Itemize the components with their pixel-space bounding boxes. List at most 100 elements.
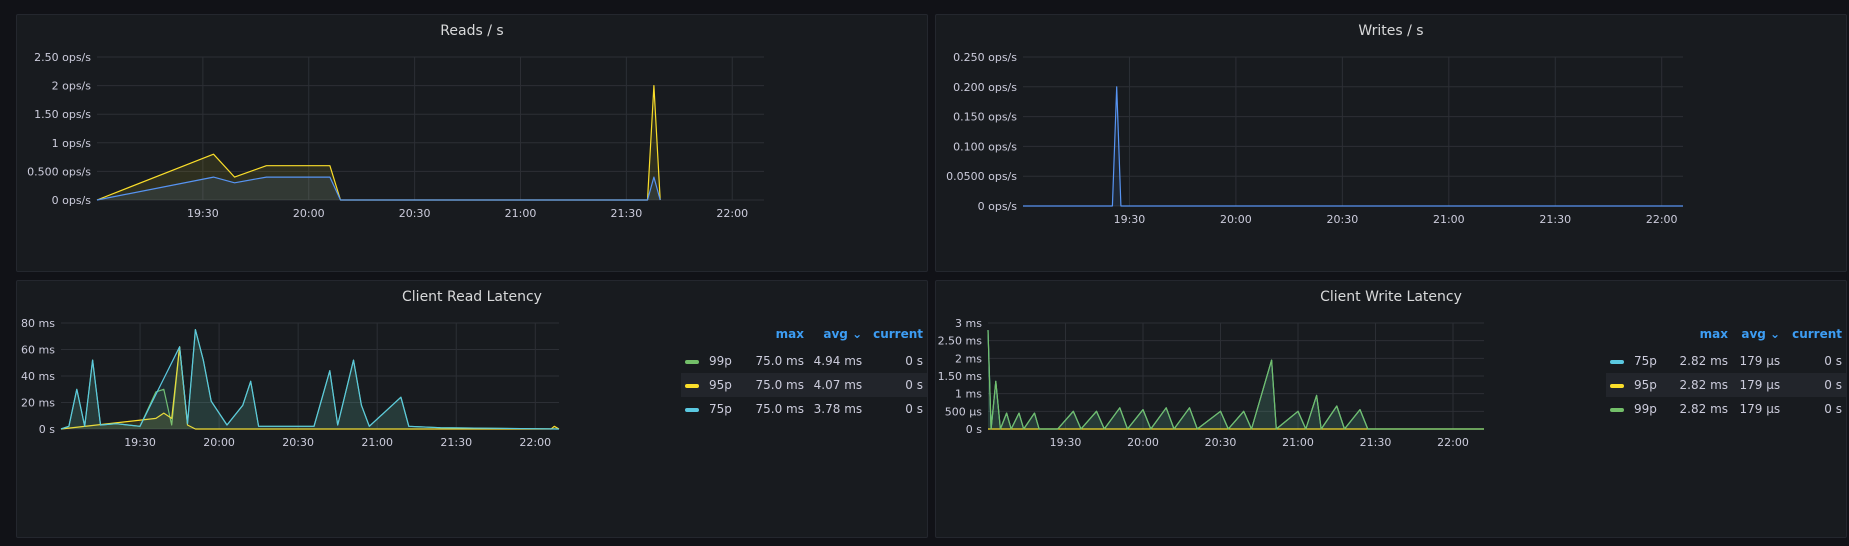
grid <box>61 322 559 430</box>
x-tick-label: 20:00 <box>293 207 325 220</box>
legend-series-name[interactable]: 99p <box>1606 397 1671 421</box>
legend-series-name[interactable]: 75p <box>681 397 746 421</box>
x-tick-label: 20:30 <box>1205 436 1237 449</box>
y-tick-label: 80 ms <box>21 317 55 330</box>
x-tick-label: 21:30 <box>440 436 472 449</box>
x-tick-label: 21:00 <box>361 436 393 449</box>
legend-row[interactable]: 99p 2.82 ms 179 µs 0 s <box>1606 397 1846 421</box>
grid <box>1023 56 1683 207</box>
y-tick-label: 0.500 ops/s <box>27 165 91 178</box>
write-latency-panel[interactable]: Client Write Latency 3 ms 2.50 ms 2 ms 1.50… <box>935 280 1847 538</box>
y-tick-label: 2 ops/s <box>52 80 92 93</box>
legend-current-value: 0 s <box>905 402 923 416</box>
legend-series-name[interactable]: 95p <box>681 373 746 397</box>
legend-avg-value: 179 µs <box>1739 354 1781 368</box>
x-tick-label: 20:00 <box>1127 436 1159 449</box>
y-tick-label: 0.250 ops/s <box>953 51 1017 64</box>
y-tick-label: 20 ms <box>21 397 55 410</box>
legend-series-name[interactable]: 99p <box>681 349 746 373</box>
x-tick-label: 20:00 <box>1220 213 1252 226</box>
series-line <box>987 330 1484 430</box>
y-tick-label: 1.50 ops/s <box>34 108 91 121</box>
series-color-swatch <box>1610 407 1624 412</box>
y-tick-label: 1.50 ms <box>938 370 983 383</box>
x-tick-label: 19:30 <box>187 207 219 220</box>
legend-avg-value: 179 µs <box>1739 402 1781 416</box>
x-tick-label: 20:30 <box>399 207 431 220</box>
legend-series-name[interactable]: 95p <box>1606 373 1671 397</box>
legend-header-avg[interactable]: avg ⌄ <box>1732 327 1784 349</box>
legend-row[interactable]: 75p 75.0 ms 3.78 ms 0 s <box>681 397 927 421</box>
legend-row[interactable]: 95p 75.0 ms 4.07 ms 0 s <box>681 373 927 397</box>
series-line <box>60 328 560 430</box>
y-tick-label: 2.50 ms <box>938 335 983 348</box>
x-tick-label: 22:00 <box>1646 213 1678 226</box>
series-area <box>61 346 559 429</box>
x-tick-label: 21:00 <box>505 207 537 220</box>
y-tick-label: 0.200 ops/s <box>953 81 1017 94</box>
y-tick-label: 0 s <box>966 423 982 436</box>
legend-max-value: 75.0 ms <box>755 402 804 416</box>
y-tick-label: 0.150 ops/s <box>953 111 1017 124</box>
legend-header-avg[interactable]: avg ⌄ <box>808 327 866 349</box>
x-tick-label: 21:00 <box>1282 436 1314 449</box>
series-line <box>987 330 1484 430</box>
x-tick-label: 21:30 <box>1360 436 1392 449</box>
legend: max avg ⌄ current 99p 75.0 ms 4.94 ms 0 s 95… <box>681 327 927 421</box>
chevron-down-icon: ⌄ <box>852 327 863 341</box>
legend-avg-value: 4.94 ms <box>813 354 863 368</box>
y-tick-label: 0 s <box>39 423 55 436</box>
series-area <box>988 330 1484 429</box>
series-color-swatch <box>685 359 699 364</box>
legend-header-current[interactable]: current <box>866 327 927 349</box>
reads-panel[interactable]: Reads / s 2.50 ops/s 2 ops/s 1.50 ops/s 1 o… <box>16 14 928 272</box>
y-tick-label: 1 ops/s <box>52 137 92 150</box>
series-line <box>60 328 560 430</box>
y-tick-label: 2 ms <box>955 352 982 365</box>
legend-header-current[interactable]: current <box>1784 327 1846 349</box>
legend-current-value: 0 s <box>1824 354 1842 368</box>
reads-chart[interactable]: 2.50 ops/s 2 ops/s 1.50 ops/s 1 ops/s 0.500 … <box>17 15 929 273</box>
series-area <box>988 330 1484 429</box>
y-tick-label: 0 ops/s <box>978 200 1018 213</box>
x-tick-label: 21:00 <box>1433 213 1465 226</box>
legend-row[interactable]: 95p 2.82 ms 179 µs 0 s <box>1606 373 1846 397</box>
y-tick-label: 3 ms <box>955 317 982 330</box>
series-line <box>60 346 560 430</box>
x-tick-label: 19:30 <box>1050 436 1082 449</box>
writes-panel[interactable]: Writes / s 0.250 ops/s 0.200 ops/s 0.150 o… <box>935 14 1847 272</box>
x-tick-label: 22:00 <box>1437 436 1469 449</box>
y-tick-label: 60 ms <box>21 344 55 357</box>
legend-row[interactable]: 75p 2.82 ms 179 µs 0 s <box>1606 349 1846 373</box>
x-tick-label: 19:30 <box>1114 213 1146 226</box>
legend: max avg ⌄ current 75p 2.82 ms 179 µs 0 s 95p… <box>1606 327 1846 421</box>
y-tick-label: 0.100 ops/s <box>953 140 1017 153</box>
legend-max-value: 2.82 ms <box>1670 373 1733 397</box>
legend-current-value: 0 s <box>1784 373 1846 397</box>
legend-row[interactable]: 99p 75.0 ms 4.94 ms 0 s <box>681 349 927 373</box>
grid <box>988 322 1484 430</box>
legend-header-max[interactable]: max <box>1671 327 1732 349</box>
y-tick-label: 2.50 ops/s <box>34 51 91 64</box>
x-tick-label: 22:00 <box>519 436 551 449</box>
y-tick-label: 0.0500 ops/s <box>946 170 1017 183</box>
x-tick-label: 20:00 <box>203 436 235 449</box>
x-tick-label: 19:30 <box>124 436 156 449</box>
legend-series-name[interactable]: 75p <box>1606 349 1671 373</box>
legend-max-value: 2.82 ms <box>1679 402 1729 416</box>
legend-current-value: 0 s <box>866 373 927 397</box>
x-tick-label: 21:30 <box>611 207 643 220</box>
legend-header-max[interactable]: max <box>746 327 808 349</box>
legend-max-value: 2.82 ms <box>1679 354 1729 368</box>
series-color-swatch <box>1610 359 1624 364</box>
legend-current-value: 0 s <box>905 354 923 368</box>
read-latency-panel[interactable]: Client Read Latency 80 ms 60 ms 40 ms 20 ms… <box>16 280 928 538</box>
x-tick-label: 20:30 <box>1327 213 1359 226</box>
legend-max-value: 75.0 ms <box>755 354 804 368</box>
legend-avg-value: 179 µs <box>1732 373 1785 397</box>
series-color-swatch <box>685 407 699 412</box>
legend-max-value: 75.0 ms <box>746 373 808 397</box>
y-tick-label: 0 ops/s <box>52 194 92 207</box>
writes-chart[interactable]: 0.250 ops/s 0.200 ops/s 0.150 ops/s 0.100 o… <box>936 15 1848 273</box>
series-area <box>61 329 559 429</box>
